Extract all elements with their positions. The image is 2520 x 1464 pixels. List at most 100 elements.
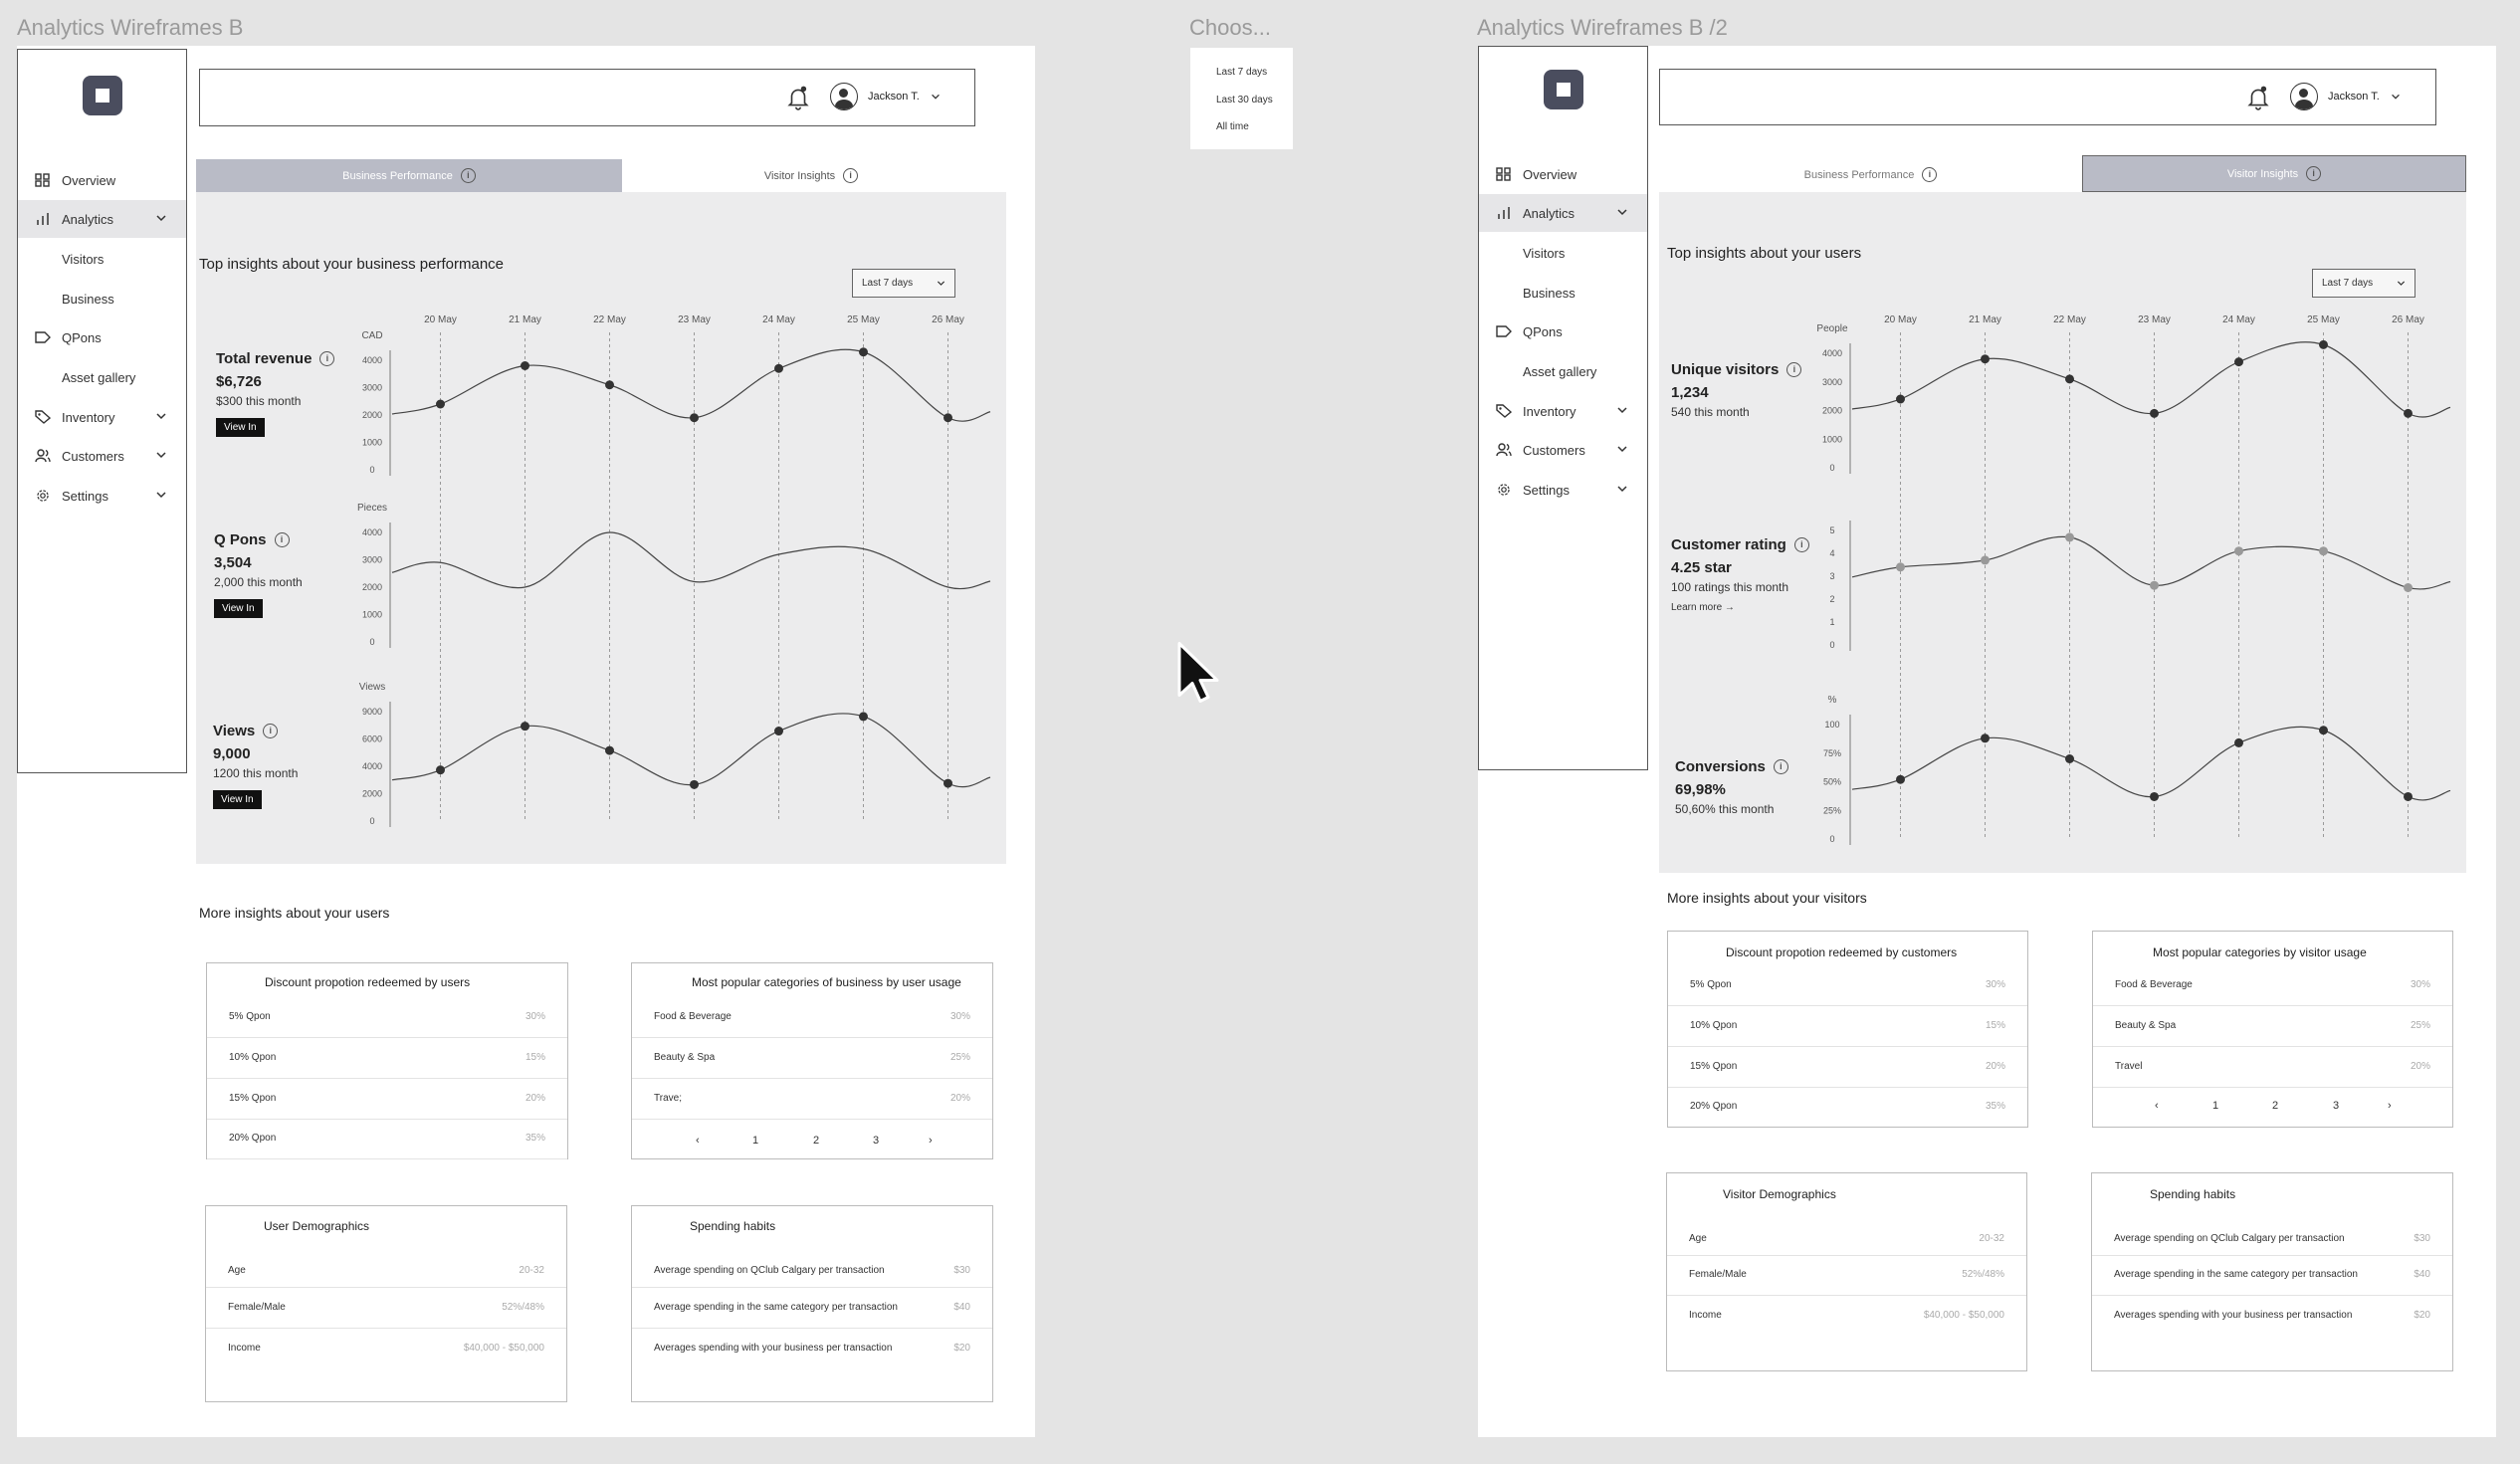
x-tick-label: 20 May	[424, 314, 457, 325]
bar-chart-icon	[1498, 207, 1510, 219]
sidebar-item-visitors[interactable]: Visitors	[18, 240, 186, 278]
bell-icon[interactable]	[785, 84, 811, 111]
y-tick-label: 25%	[1823, 805, 1841, 815]
page-2-button[interactable]: 2	[813, 1135, 819, 1147]
data-point	[521, 361, 529, 370]
y-tick-label: 4000	[362, 527, 382, 537]
user-menu[interactable]: Jackson T.	[830, 83, 942, 110]
sidebar-item-asset-gallery[interactable]: Asset gallery	[1479, 352, 1647, 390]
chevron-down-icon[interactable]	[154, 488, 168, 502]
menu-item-last-30-days[interactable]: Last 30 days	[1216, 95, 1273, 105]
info-icon[interactable]: i	[843, 168, 859, 183]
page-1-button[interactable]: 1	[752, 1135, 758, 1147]
y-tick-label: 5	[1829, 525, 1834, 535]
users-icon	[1496, 443, 1512, 457]
metric-sub: 1200 this month	[213, 766, 299, 780]
user-menu[interactable]: Jackson T.	[2290, 83, 2402, 110]
info-icon[interactable]: i	[1773, 759, 1788, 774]
panel-title: Top insights about your business perform…	[199, 256, 505, 273]
chevron-down-icon[interactable]	[154, 409, 168, 423]
chevron-left-icon[interactable]: ‹	[2155, 1100, 2159, 1112]
card-popular-categories: Most popular categories by visitor usage…	[2092, 931, 2453, 1128]
gear-icon	[37, 490, 49, 502]
date-range-dropdown[interactable]: Last 7 days	[852, 269, 955, 298]
card-discount: Discount propotion redeemed by customers…	[1667, 931, 2028, 1128]
card-spending-habits: Spending habits Average spending on QClu…	[2091, 1172, 2453, 1371]
info-icon[interactable]: i	[263, 724, 279, 738]
chevron-down-icon[interactable]	[1615, 482, 1629, 496]
data-point	[944, 778, 952, 788]
menu-item-last-7-days[interactable]: Last 7 days	[1216, 67, 1267, 78]
sidebar-item-overview[interactable]: Overview	[1479, 155, 1647, 193]
info-icon[interactable]: i	[2306, 166, 2322, 181]
view-in-button[interactable]: View In	[213, 790, 262, 809]
view-in-button[interactable]: View In	[214, 599, 263, 618]
info-icon[interactable]: i	[274, 532, 290, 547]
row-label: Average spending on QClub Calgary per tr…	[654, 1265, 885, 1276]
y-axis-label: %	[1828, 695, 1837, 706]
sidebar-item-analytics[interactable]: Analytics	[1479, 194, 1647, 232]
user-name: Jackson T.	[868, 91, 920, 103]
sidebar-item-business[interactable]: Business	[1479, 274, 1647, 312]
chevron-left-icon[interactable]: ‹	[696, 1135, 700, 1147]
sidebar-item-label: Customers	[62, 448, 124, 464]
bell-icon[interactable]	[2245, 84, 2271, 111]
chevron-down-icon[interactable]	[154, 448, 168, 462]
view-in-button[interactable]: View In	[216, 418, 265, 437]
chevron-down-icon[interactable]	[1615, 205, 1629, 219]
sidebar-item-qpons[interactable]: QPons	[18, 318, 186, 356]
section-title: More insights about your users	[199, 905, 390, 921]
top-bar: Jackson T.	[1659, 69, 2436, 125]
date-range-dropdown[interactable]: Last 7 days	[2312, 269, 2415, 298]
page-3-button[interactable]: 3	[2333, 1100, 2339, 1112]
menu-item-all-time[interactable]: All time	[1216, 121, 1249, 132]
sidebar-item-customers[interactable]: Customers	[1479, 431, 1647, 469]
tab-visitor-insights[interactable]: Visitor Insights i	[2082, 155, 2466, 192]
chevron-right-icon[interactable]: ›	[929, 1135, 933, 1147]
sidebar-item-settings[interactable]: Settings	[1479, 471, 1647, 509]
info-icon[interactable]: i	[460, 168, 476, 183]
app-logo[interactable]	[1544, 70, 1583, 109]
sidebar-item-label: Business	[62, 291, 114, 307]
data-point	[859, 347, 868, 357]
sidebar-item-asset-gallery[interactable]: Asset gallery	[18, 358, 186, 396]
sidebar-item-label: Inventory	[1523, 403, 1576, 419]
info-icon[interactable]: i	[1922, 167, 1938, 182]
sidebar-item-settings[interactable]: Settings	[18, 477, 186, 515]
bar-chart-icon	[37, 213, 49, 225]
section-title: More insights about your visitors	[1667, 890, 1867, 906]
sidebar-item-customers[interactable]: Customers	[18, 437, 186, 475]
tab-visitor-insights[interactable]: Visitor Insights i	[622, 159, 1000, 192]
table-row: 10% Qpon 15%	[207, 1038, 567, 1079]
sidebar-item-business[interactable]: Business	[18, 280, 186, 317]
table-row: 10% Qpon 15%	[1668, 1006, 2027, 1047]
chevron-down-icon[interactable]	[1615, 442, 1629, 456]
data-point	[1896, 394, 1905, 404]
sidebar-item-analytics[interactable]: Analytics	[18, 200, 186, 238]
left-sidebar: Overview Analytics Visitors Business QPo…	[17, 49, 187, 773]
tab-business-performance[interactable]: Business Performance i	[1659, 157, 2082, 192]
chevron-right-icon[interactable]: ›	[2388, 1100, 2392, 1112]
row-label: Beauty & Spa	[654, 1052, 716, 1063]
sidebar-item-overview[interactable]: Overview	[18, 161, 186, 199]
sidebar-item-label: Settings	[62, 488, 108, 504]
sidebar-item-inventory[interactable]: Inventory	[1479, 392, 1647, 430]
page-3-button[interactable]: 3	[873, 1135, 879, 1147]
card-discount: Discount propotion redeemed by users 5% …	[206, 962, 568, 1159]
sidebar-item-qpons[interactable]: QPons	[1479, 313, 1647, 350]
metric-title: Customer rating	[1671, 536, 1786, 553]
x-tick-label: 24 May	[762, 314, 795, 325]
sidebar-item-visitors[interactable]: Visitors	[1479, 234, 1647, 272]
tab-business-performance[interactable]: Business Performance i	[196, 159, 622, 192]
table-row: Food & Beverage 30%	[2093, 965, 2452, 1006]
page-1-button[interactable]: 1	[2212, 1100, 2218, 1112]
page-2-button[interactable]: 2	[2272, 1100, 2278, 1112]
series-line	[1851, 726, 2451, 801]
row-value: 30%	[2410, 979, 2430, 990]
app-logo[interactable]	[83, 76, 122, 115]
sidebar-item-inventory[interactable]: Inventory	[18, 398, 186, 436]
line-charts-visitors: 20 May 21 May 22 May 23 May 24 May 25 May 26 M…	[1816, 314, 2451, 845]
chevron-down-icon[interactable]	[154, 211, 168, 225]
chevron-down-icon[interactable]	[1615, 403, 1629, 417]
row-label: Income	[228, 1343, 261, 1354]
